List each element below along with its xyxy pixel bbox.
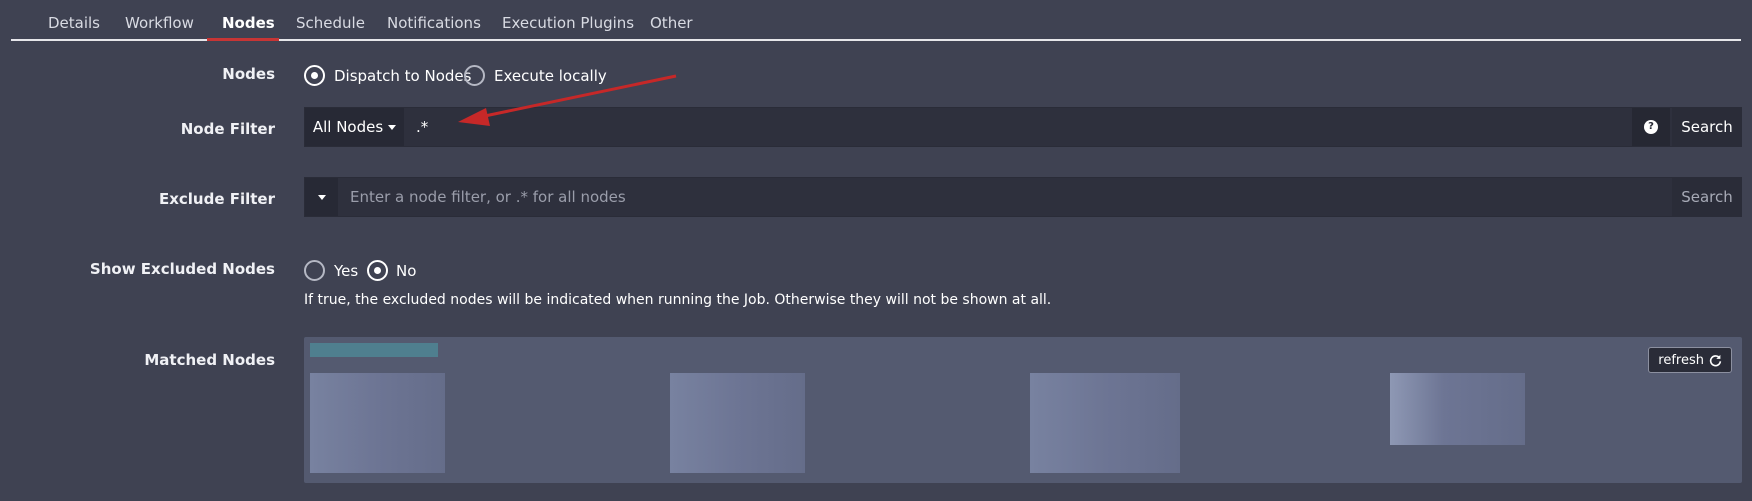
tab-nodes[interactable]: Nodes [222,14,275,38]
show-excluded-yes-radio[interactable] [304,260,325,281]
tab-notifications[interactable]: Notifications [387,14,481,38]
question-circle-icon: ? [1644,120,1658,134]
node-filter-label: Node Filter [180,120,275,138]
exclude-filter-dropdown[interactable] [305,178,338,216]
refresh-label: refresh [1658,352,1704,368]
node-filter-input[interactable] [416,108,1586,146]
exclude-filter-label: Exclude Filter [158,190,275,208]
nodes-label: Nodes [222,65,275,83]
dispatch-to-nodes-radio[interactable] [304,65,325,86]
tab-execution-plugins[interactable]: Execution Plugins [502,14,634,38]
redacted-node-column [670,373,805,473]
dispatch-to-nodes-label[interactable]: Dispatch to Nodes [334,67,471,85]
redacted-node-column [310,373,445,473]
exclude-filter-group: Search [304,177,1742,217]
node-filter-group: All Nodes ? Search [304,107,1742,147]
matched-nodes-label: Matched Nodes [144,351,275,369]
redacted-node-name [310,343,438,357]
show-excluded-no-label[interactable]: No [396,262,416,280]
redacted-node-column [1390,373,1525,445]
show-excluded-help-text: If true, the excluded nodes will be indi… [304,292,1052,308]
show-excluded-nodes-label: Show Excluded Nodes [89,260,275,278]
caret-down-icon [388,124,397,130]
execute-locally-label[interactable]: Execute locally [494,67,607,85]
tab-bar: Details Workflow Nodes Schedule Notifica… [11,0,1741,41]
show-excluded-yes-label[interactable]: Yes [334,262,358,280]
all-nodes-dropdown-label: All Nodes [312,118,384,136]
all-nodes-dropdown[interactable]: All Nodes [305,108,404,146]
node-filter-search-button[interactable]: Search [1672,108,1742,146]
node-filter-help-button[interactable]: ? [1632,108,1670,146]
refresh-button[interactable]: refresh [1648,347,1732,373]
tab-details[interactable]: Details [48,14,100,38]
refresh-icon [1709,354,1722,366]
caret-down-icon [317,194,326,200]
show-excluded-no-radio[interactable] [367,260,388,281]
exclude-filter-search-button[interactable]: Search [1672,178,1742,216]
active-tab-indicator [207,38,279,41]
exclude-filter-input[interactable] [350,178,1630,216]
execute-locally-radio[interactable] [464,65,485,86]
tab-schedule[interactable]: Schedule [296,14,365,38]
tab-other[interactable]: Other [650,14,693,38]
redacted-node-column [1030,373,1180,473]
matched-nodes-panel: refresh [304,337,1742,483]
tab-workflow[interactable]: Workflow [125,14,194,38]
